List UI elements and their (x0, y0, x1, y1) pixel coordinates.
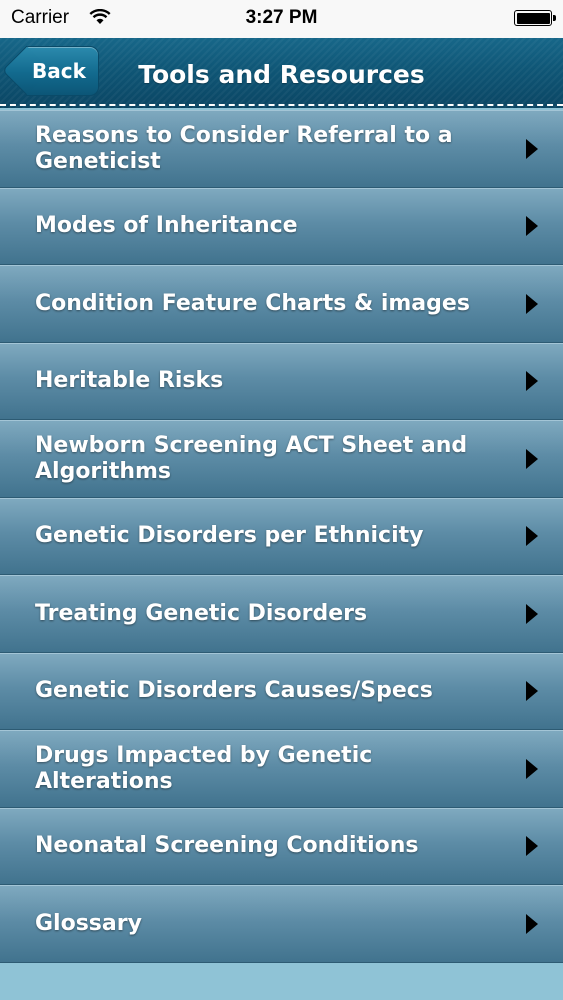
chevron-right-icon (526, 913, 538, 934)
menu-item-condition-feature-charts[interactable]: Condition Feature Charts & images (0, 265, 563, 343)
chevron-right-icon (526, 603, 538, 624)
chevron-right-icon (526, 526, 538, 547)
menu-item-drugs-impacted[interactable]: Drugs Impacted by Genetic Alterations (0, 730, 563, 808)
menu-item-label: Reasons to Consider Referral to a Geneti… (35, 122, 453, 174)
chevron-right-icon (526, 836, 538, 857)
back-button-label: Back (32, 59, 86, 83)
menu-item-label: Neonatal Screening Conditions (35, 833, 419, 859)
back-button[interactable]: Back (26, 46, 99, 96)
status-bar: Carrier 3:27 PM (0, 0, 563, 38)
menu-item-modes-of-inheritance[interactable]: Modes of Inheritance (0, 187, 563, 265)
menu-item-newborn-screening[interactable]: Newborn Screening ACT Sheet and Algorith… (0, 420, 563, 498)
chevron-right-icon (526, 371, 538, 392)
clock: 3:27 PM (245, 7, 318, 28)
menu-item-label: Genetic Disorders Causes/Specs (35, 678, 433, 704)
menu-item-disorders-causes[interactable]: Genetic Disorders Causes/Specs (0, 652, 563, 730)
menu-item-neonatal-screening[interactable]: Neonatal Screening Conditions (0, 807, 563, 885)
chevron-right-icon (526, 138, 538, 159)
menu-item-label: Heritable Risks (35, 368, 224, 394)
menu-item-label: Newborn Screening ACT Sheet and Algorith… (35, 432, 468, 484)
menu-item-label: Modes of Inheritance (35, 213, 298, 239)
menu-list: Reasons to Consider Referral to a Geneti… (0, 110, 563, 963)
chevron-right-icon (526, 681, 538, 702)
menu-item-heritable-risks[interactable]: Heritable Risks (0, 342, 563, 420)
chevron-right-icon (526, 216, 538, 237)
battery-icon (514, 10, 556, 26)
chevron-right-icon (526, 758, 538, 779)
navigation-bar: Back Tools and Resources (0, 38, 563, 108)
footer-background (0, 963, 563, 1000)
chevron-right-icon (526, 448, 538, 469)
menu-item-label: Genetic Disorders per Ethnicity (35, 523, 424, 549)
menu-item-glossary[interactable]: Glossary (0, 885, 563, 963)
chevron-right-icon (526, 293, 538, 314)
menu-item-treating-disorders[interactable]: Treating Genetic Disorders (0, 575, 563, 653)
menu-item-label: Condition Feature Charts & images (35, 290, 470, 316)
menu-item-label: Glossary (35, 910, 142, 936)
menu-item-label: Drugs Impacted by Genetic Alterations (35, 742, 373, 794)
menu-item-referral-to-geneticist[interactable]: Reasons to Consider Referral to a Geneti… (0, 110, 563, 188)
menu-item-disorders-per-ethnicity[interactable]: Genetic Disorders per Ethnicity (0, 497, 563, 575)
menu-item-label: Treating Genetic Disorders (35, 600, 368, 626)
